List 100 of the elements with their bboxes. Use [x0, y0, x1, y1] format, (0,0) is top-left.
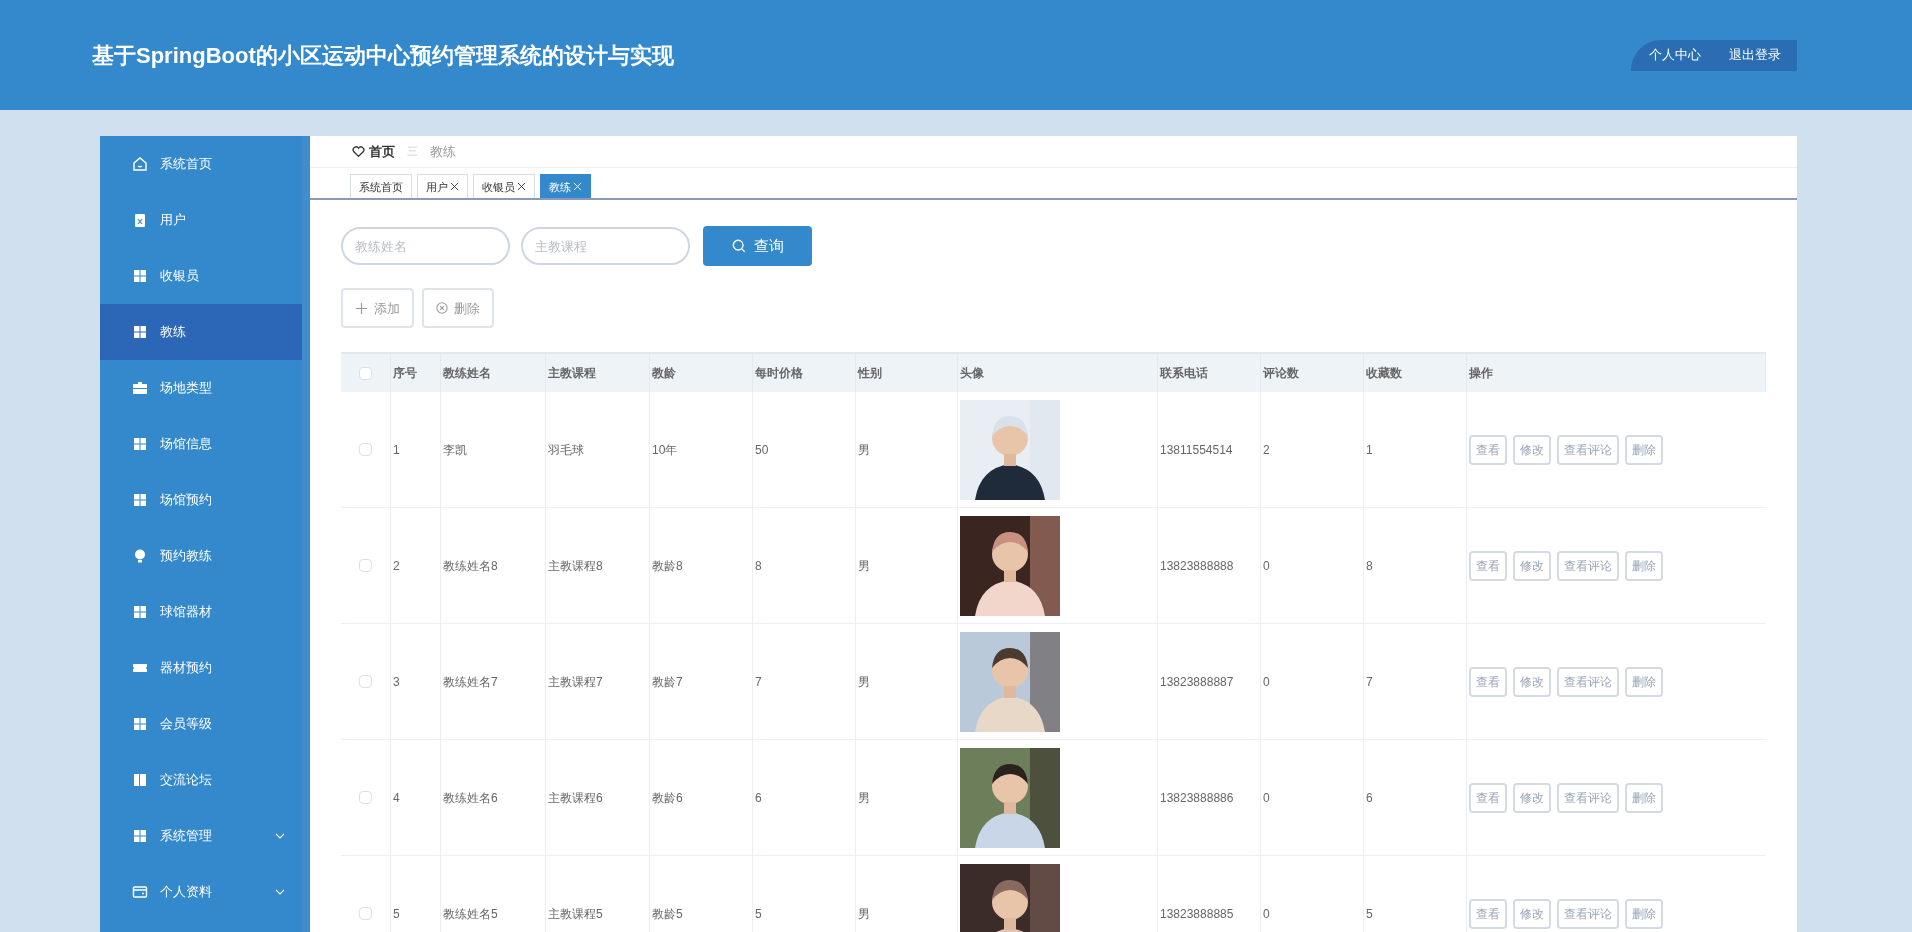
- close-icon[interactable]: [517, 182, 526, 192]
- table-cell-text: 5: [755, 905, 762, 923]
- grid-icon: [132, 716, 148, 732]
- column-header: 头像: [960, 365, 984, 383]
- sidebar-item[interactable]: 场馆预约: [100, 472, 302, 528]
- column-header: 主教课程: [548, 365, 596, 383]
- row-action-button[interactable]: 查看: [1469, 782, 1507, 813]
- table-cell-text: 教练姓名6: [443, 789, 498, 807]
- sidebar-item-label: 系统管理: [160, 827, 212, 846]
- sidebar-item[interactable]: 预约教练: [100, 528, 302, 584]
- clipboard-icon: [132, 212, 148, 228]
- sidebar-item-label: 交流论坛: [160, 771, 212, 790]
- table-cell-text: 8: [755, 557, 762, 575]
- table-cell-text: 教龄5: [652, 905, 683, 923]
- table-cell-text: 13823888886: [1160, 789, 1234, 807]
- table-cell-text: 主教课程7: [548, 673, 603, 691]
- row-action-button[interactable]: 修改: [1513, 550, 1551, 581]
- search-field[interactable]: 教练姓名: [341, 227, 510, 266]
- sidebar-item[interactable]: 教练: [100, 304, 302, 360]
- row-action-button[interactable]: 查看: [1469, 666, 1507, 697]
- sidebar-item[interactable]: 收银员: [100, 248, 302, 304]
- sidebar-item[interactable]: 场地类型: [100, 360, 302, 416]
- table-cell-text: 13823888887: [1160, 673, 1234, 691]
- select-all-checkbox[interactable]: [359, 366, 372, 380]
- header-link[interactable]: 退出登录: [1729, 45, 1781, 65]
- row-action-button[interactable]: 查看: [1469, 898, 1507, 929]
- table-cell-text: 教龄8: [652, 557, 683, 575]
- row-action-button[interactable]: 查看评论: [1557, 898, 1619, 929]
- row-checkbox[interactable]: [359, 791, 372, 805]
- row-action-button[interactable]: 查看评论: [1557, 666, 1619, 697]
- table-cell-text: 0: [1263, 789, 1270, 807]
- delete-button[interactable]: 删除: [422, 288, 494, 329]
- breadcrumb-home[interactable]: 首页: [369, 141, 395, 162]
- page-tab[interactable]: 教练: [540, 174, 591, 199]
- table-cell-text: 李凯: [443, 441, 467, 459]
- sidebar-item-label: 教练: [160, 323, 186, 342]
- table-cell-text: 主教课程6: [548, 789, 603, 807]
- table-cell-text: 1: [1366, 441, 1373, 459]
- page-tab[interactable]: 收银员: [473, 174, 535, 199]
- search-button[interactable]: 查询: [703, 226, 812, 267]
- sidebar-item[interactable]: 系统管理: [100, 808, 302, 864]
- sidebar-item-label: 场地类型: [160, 379, 212, 398]
- sidebar-item-label: 器材预约: [160, 659, 212, 678]
- grid-icon: [132, 268, 148, 284]
- close-circle-icon: [436, 302, 448, 315]
- row-action-button[interactable]: 删除: [1625, 898, 1663, 929]
- row-checkbox[interactable]: [359, 675, 372, 689]
- row-action-button[interactable]: 查看评论: [1557, 550, 1619, 581]
- column-header: 收藏数: [1366, 365, 1402, 383]
- row-checkbox[interactable]: [359, 559, 372, 573]
- sidebar-item[interactable]: 会员等级: [100, 696, 302, 752]
- home-icon: [132, 156, 148, 172]
- grid-icon: [132, 604, 148, 620]
- row-checkbox[interactable]: [359, 443, 372, 457]
- table-cell-text: 6: [755, 789, 762, 807]
- sidebar-item[interactable]: 球馆器材: [100, 584, 302, 640]
- row-action-button[interactable]: 查看评论: [1557, 782, 1619, 813]
- row-action-button[interactable]: 删除: [1625, 550, 1663, 581]
- row-action-button[interactable]: 查看评论: [1557, 434, 1619, 465]
- row-action-button[interactable]: 删除: [1625, 782, 1663, 813]
- sidebar-item[interactable]: 交流论坛: [100, 752, 302, 808]
- table-cell-text: 3: [393, 673, 400, 691]
- row-action-button[interactable]: 查看: [1469, 550, 1507, 581]
- table-cell-text: 5: [1366, 905, 1373, 923]
- grid-icon: [132, 828, 148, 844]
- row-action-button[interactable]: 查看: [1469, 434, 1507, 465]
- app-title: 基于SpringBoot的小区运动中心预约管理系统的设计与实现: [92, 41, 674, 70]
- table-cell-text: 0: [1263, 673, 1270, 691]
- table-cell-text: 50: [755, 441, 769, 459]
- table-cell-text: 教龄6: [652, 789, 683, 807]
- lightbulb-icon: [132, 548, 148, 564]
- table-cell-text: 教练姓名7: [443, 673, 498, 691]
- table-cell-text: 男: [858, 557, 870, 575]
- table-cell-text: 主教课程5: [548, 905, 603, 923]
- sidebar-item[interactable]: 个人资料: [100, 864, 302, 920]
- row-action-button[interactable]: 修改: [1513, 434, 1551, 465]
- sidebar-item[interactable]: 系统首页: [100, 136, 302, 192]
- column-header: 评论数: [1263, 365, 1299, 383]
- grid-icon: [132, 436, 148, 452]
- row-action-button[interactable]: 修改: [1513, 898, 1551, 929]
- sidebar-item[interactable]: 用户: [100, 192, 302, 248]
- row-action-button[interactable]: 修改: [1513, 782, 1551, 813]
- row-action-button[interactable]: 删除: [1625, 434, 1663, 465]
- row-action-button[interactable]: 修改: [1513, 666, 1551, 697]
- column-header: 教练姓名: [443, 365, 491, 383]
- table-cell-text: 羽毛球: [548, 441, 584, 459]
- table-cell-text: 男: [858, 905, 870, 923]
- table-cell-text: 男: [858, 441, 870, 459]
- add-button[interactable]: 添加: [341, 288, 414, 329]
- sidebar-item[interactable]: 场馆信息: [100, 416, 302, 472]
- table-cell-text: 7: [1366, 673, 1373, 691]
- row-action-button[interactable]: 删除: [1625, 666, 1663, 697]
- row-checkbox[interactable]: [359, 907, 372, 921]
- sidebar-item[interactable]: 器材预约: [100, 640, 302, 696]
- column-header: 性别: [858, 365, 882, 383]
- page-tab[interactable]: 系统首页: [350, 174, 412, 199]
- search-field[interactable]: 主教课程: [521, 227, 690, 266]
- page-tab[interactable]: 用户: [417, 174, 468, 199]
- close-icon[interactable]: [450, 182, 459, 192]
- header-link[interactable]: 个人中心: [1649, 45, 1701, 65]
